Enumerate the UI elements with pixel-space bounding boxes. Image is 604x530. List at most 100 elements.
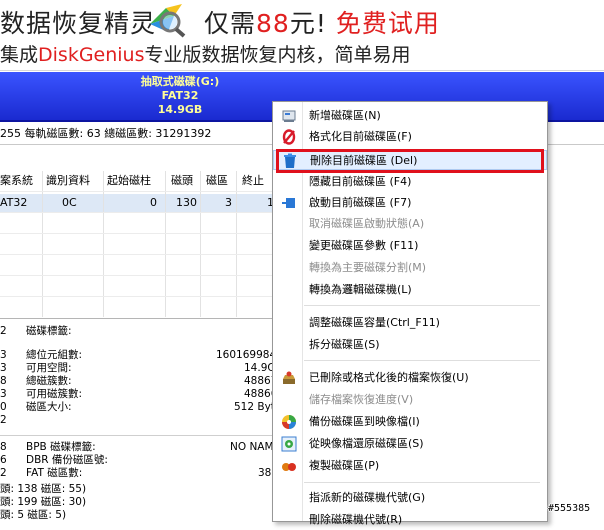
- detail-num: 3: [0, 388, 7, 400]
- backup-image-icon: [282, 415, 296, 429]
- menu-item-resize-partition[interactable]: 調整磁碟區容量(Ctrl_F11): [273, 313, 547, 333]
- row-divider: [0, 254, 290, 255]
- menu-item-label: 轉換為邏輯磁碟機(L): [309, 283, 412, 296]
- menu-item-label: 儲存檔案恢復進度(V): [309, 393, 414, 406]
- menu-item-label: 轉換為主要磁碟分割(M): [309, 261, 427, 274]
- menu-item-remove-drive-letter[interactable]: 刪除磁碟機代號(R): [273, 510, 547, 530]
- detail-num: 3: [0, 349, 7, 361]
- menu-item-save-recovery-progress: 儲存檔案恢復進度(V): [273, 390, 547, 410]
- banner-price: 88: [256, 9, 290, 38]
- new-partition-icon: [282, 110, 296, 122]
- col-end[interactable]: 終止: [242, 171, 264, 191]
- menu-item-label: 刪除磁碟機代號(R): [309, 513, 403, 526]
- detail-label: 磁碟標籤:: [26, 325, 72, 337]
- menu-item-restore-from-image[interactable]: 從映像檔還原磁碟區(S): [273, 434, 547, 454]
- detail-text: 頭: 5 磁區: 5): [0, 509, 67, 521]
- format-icon: [282, 129, 296, 145]
- detail-text: 頭: 138 磁區: 55): [0, 483, 87, 495]
- menu-item-cancel-active: 取消磁碟區啟動狀態(A): [273, 214, 547, 234]
- watermark: #555385: [548, 503, 591, 514]
- detail-num: 2: [0, 467, 7, 479]
- table-header: 案系統 識別資料 起始磁柱 磁頭 磁區 終止: [0, 171, 290, 191]
- row-divider: [0, 296, 290, 297]
- menu-item-convert-logical[interactable]: 轉換為邏輯磁碟機(L): [273, 280, 547, 300]
- copy-partition-icon: [282, 463, 296, 471]
- banner-title: 数据恢复精灵: [0, 9, 157, 38]
- disk-size: 14.9GB: [157, 103, 203, 116]
- menu-item-label: 調整磁碟區容量(Ctrl_F11): [309, 316, 440, 329]
- col-start-cylinder[interactable]: 起始磁柱: [107, 171, 151, 191]
- detail-text: 頭: 199 磁區: 30): [0, 496, 87, 508]
- col-head[interactable]: 磁頭: [171, 171, 193, 191]
- cell-start-cylinder: 0: [150, 196, 157, 209]
- col-filesystem[interactable]: 案系統: [0, 171, 33, 191]
- banner-price-suffix: 元!: [289, 9, 327, 38]
- col-id[interactable]: 識別資料: [46, 171, 90, 191]
- menu-item-label: 備份磁碟區到映像檔(I): [309, 415, 420, 428]
- row-divider: [0, 275, 290, 276]
- banner-text-2: 专业版数据恢复内核，简单易用: [144, 44, 411, 66]
- menu-item-label: 已刪除或格式化後的檔案恢復(U): [309, 371, 469, 384]
- row-divider: [0, 191, 290, 192]
- menu-item-assign-drive-letter[interactable]: 指派新的磁碟機代號(G): [273, 488, 547, 508]
- detail-value: NO NAM: [230, 441, 274, 453]
- recover-files-icon: [283, 371, 295, 384]
- row-divider: [0, 233, 290, 234]
- banner-text: 集成: [0, 44, 39, 66]
- banner-free-trial[interactable]: 免费试用: [336, 9, 440, 38]
- menu-item-hide-partition[interactable]: 隱藏目前磁碟區 (F4): [273, 172, 547, 192]
- highlight-box: [276, 149, 544, 173]
- cell-sector: 3: [225, 196, 232, 209]
- partition-table[interactable]: 案系統 識別資料 起始磁柱 磁頭 磁區 終止 AT32 0C 0 130 3 1: [0, 147, 290, 317]
- menu-item-label: 從映像檔還原磁碟區(S): [309, 437, 424, 450]
- partition-details-panel: 2 磁碟標籤: 3 總位元組數: 1601699840 3 可用空間: 14.9…: [0, 318, 290, 521]
- ad-banner[interactable]: 数据恢复精灵 仅需88元! 免费试用 集成DiskGenius专业版数据恢复内核，…: [0, 0, 604, 71]
- menu-item-new-partition[interactable]: 新增磁碟區(N): [273, 106, 547, 126]
- menu-item-label: 新增磁碟區(N): [309, 109, 381, 122]
- menu-item-backup-to-image[interactable]: 備份磁碟區到映像檔(I): [273, 412, 547, 432]
- banner-price-prefix: 仅需: [204, 9, 257, 38]
- cell-head: 130: [176, 196, 197, 209]
- menu-item-label: 變更磁碟區參數 (F11): [309, 239, 419, 252]
- menu-separator: [304, 305, 540, 306]
- menu-item-label: 啟動目前磁碟區 (F7): [309, 196, 412, 209]
- disk-name: 抽取式磁碟(G:): [140, 75, 220, 88]
- detail-num: 3: [0, 362, 7, 374]
- detail-num: 0: [0, 401, 7, 413]
- menu-item-format-partition[interactable]: 格式化目前磁碟區(F): [273, 127, 547, 147]
- banner-line-2: 集成DiskGenius专业版数据恢复内核，简单易用: [0, 40, 411, 67]
- partition-context-menu[interactable]: 新增磁碟區(N) 格式化目前磁碟區(F) 刪除目前磁碟區 (Del) 隱藏目前磁…: [272, 101, 548, 526]
- detail-num: 2: [0, 325, 7, 337]
- menu-item-label: 隱藏目前磁碟區 (F4): [309, 175, 412, 188]
- restore-image-icon: [281, 436, 297, 452]
- detail-num: 8: [0, 441, 7, 453]
- detail-value: 14.9G: [244, 362, 276, 374]
- row-divider: [0, 212, 290, 213]
- detail-label: FAT 磁區數:: [26, 467, 83, 479]
- menu-item-label: 複製磁碟區(P): [309, 459, 380, 472]
- table-row[interactable]: AT32 0C 0 130 3 1: [0, 194, 290, 212]
- menu-item-recover-files[interactable]: 已刪除或格式化後的檔案恢復(U): [273, 368, 547, 388]
- cell-id: 0C: [62, 196, 77, 209]
- detail-num: 2: [0, 414, 7, 426]
- menu-item-label: 取消磁碟區啟動狀態(A): [309, 217, 425, 230]
- detail-label: 可用空間:: [26, 362, 72, 374]
- detail-label: 總位元組數:: [26, 349, 83, 361]
- menu-item-convert-primary: 轉換為主要磁碟分割(M): [273, 258, 547, 278]
- menu-item-activate-partition[interactable]: 啟動目前磁碟區 (F7): [273, 193, 547, 213]
- menu-separator: [304, 360, 540, 361]
- detail-num: 8: [0, 375, 7, 387]
- menu-item-label: 拆分磁碟區(S): [309, 338, 380, 351]
- data-recovery-logo-icon: [150, 4, 186, 38]
- menu-item-split-partition[interactable]: 拆分磁碟區(S): [273, 335, 547, 355]
- details-divider: [0, 435, 290, 436]
- col-sector[interactable]: 磁區: [206, 171, 228, 191]
- detail-label: 總磁簇數:: [26, 375, 72, 387]
- detail-label: BPB 磁碟標籤:: [26, 441, 96, 453]
- menu-item-change-parameters[interactable]: 變更磁碟區參數 (F11): [273, 236, 547, 256]
- menu-item-label: 指派新的磁碟機代號(G): [309, 491, 426, 504]
- cell-filesystem: AT32: [0, 196, 28, 209]
- banner-brand: DiskGenius: [38, 44, 145, 66]
- detail-label: DBR 備份磁區號:: [26, 454, 108, 466]
- menu-item-clone-partition[interactable]: 複製磁碟區(P): [273, 456, 547, 476]
